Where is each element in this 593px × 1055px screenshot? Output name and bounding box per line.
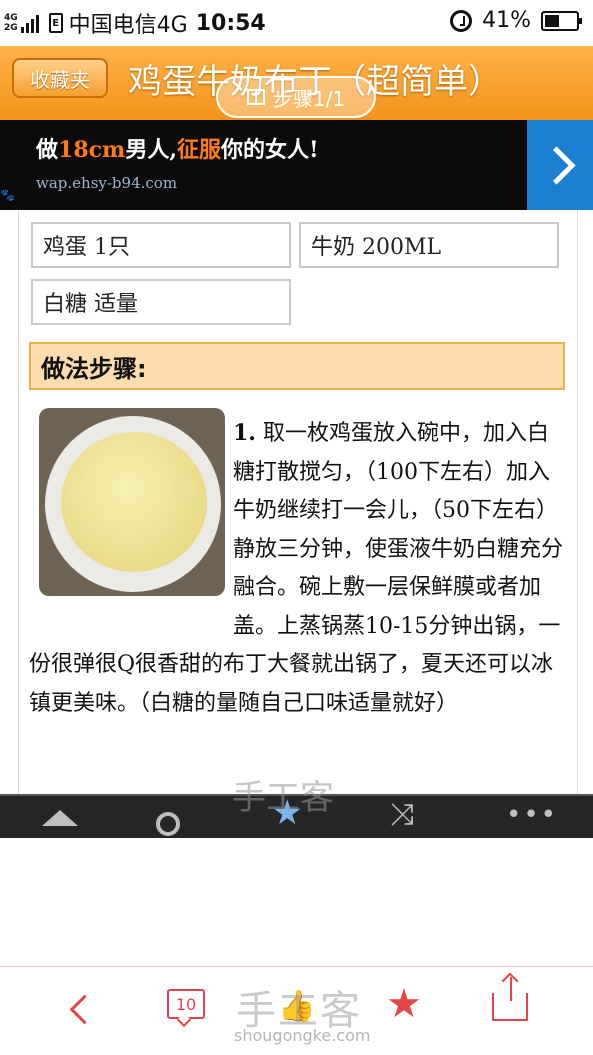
brand-url: shougongke.com [234,1026,371,1045]
ad-headline-highlight: 18cm [58,137,126,163]
watermark: 手工客 [232,778,334,818]
grid-icon [246,89,265,105]
status-right: 41% [450,8,582,33]
ad-url: wap.ehsy-b94.com [36,174,178,192]
app-header: 收藏夹 鸡蛋牛奶布丁（超简单） 步骤1/1 [0,46,593,120]
back-icon[interactable] [69,994,100,1025]
ad-headline-highlight: 征服 [176,137,221,163]
network-type: 4G 2G [4,13,18,33]
ad-banner[interactable]: 做18cm男人,征服你的女人! wap.ehsy-b94.com 🐾 [0,120,593,210]
ad-open-button[interactable] [527,120,593,210]
ingredient-item: 白糖 适量 [31,279,291,325]
shuffle-icon[interactable]: ⤨ [390,800,414,830]
comment-count: 10 [175,994,197,1014]
favorite-star-icon[interactable]: ★ [386,981,422,1027]
ingredient-item: 牛奶 200ML [299,222,559,268]
recipe-content: 鸡蛋 1只 牛奶 200ML 白糖 适量 做法步骤: 1. 取一枚鸡蛋放入碗中，… [18,210,578,794]
step-photo[interactable] [39,408,225,596]
step-indicator-button[interactable]: 步骤1/1 [216,76,376,118]
signal-icon [20,13,39,33]
ad-headline-part: 你的女人! [221,137,319,163]
search-icon[interactable] [156,812,180,836]
battery-icon [541,10,582,31]
share-icon[interactable] [492,977,528,1021]
status-time: 10:54 [195,10,266,36]
status-bar: 4G 2G E 中国电信4G 10:54 41% [0,0,593,46]
step-number: 1. [233,420,256,446]
network-type-bottom: 2G [4,23,18,33]
comment-button[interactable]: 10 [167,989,205,1019]
pudding-image [61,432,207,572]
carrier: E 中国电信4G [48,7,188,39]
step-indicator-label: 步骤1/1 [272,86,346,111]
alarm-icon [450,9,473,32]
ad-headline-part: 男人, [125,137,177,163]
chevron-right-icon [536,145,576,185]
ingredient-item: 鸡蛋 1只 [31,222,291,268]
carrier-name: 中国电信4G [68,13,188,38]
home-icon[interactable] [42,810,78,826]
battery-percent: 41% [482,8,531,33]
ad-headline: 做18cm男人,征服你的女人! [36,132,319,164]
section-title: 做法步骤: [29,342,565,390]
paw-icon: 🐾 [0,188,15,202]
ad-headline-part: 做 [36,137,59,163]
favorites-back-button[interactable]: 收藏夹 [12,58,108,98]
network-type-top: 4G [4,13,18,23]
more-icon[interactable]: ••• [506,802,558,828]
sim-icon: E [48,13,63,33]
